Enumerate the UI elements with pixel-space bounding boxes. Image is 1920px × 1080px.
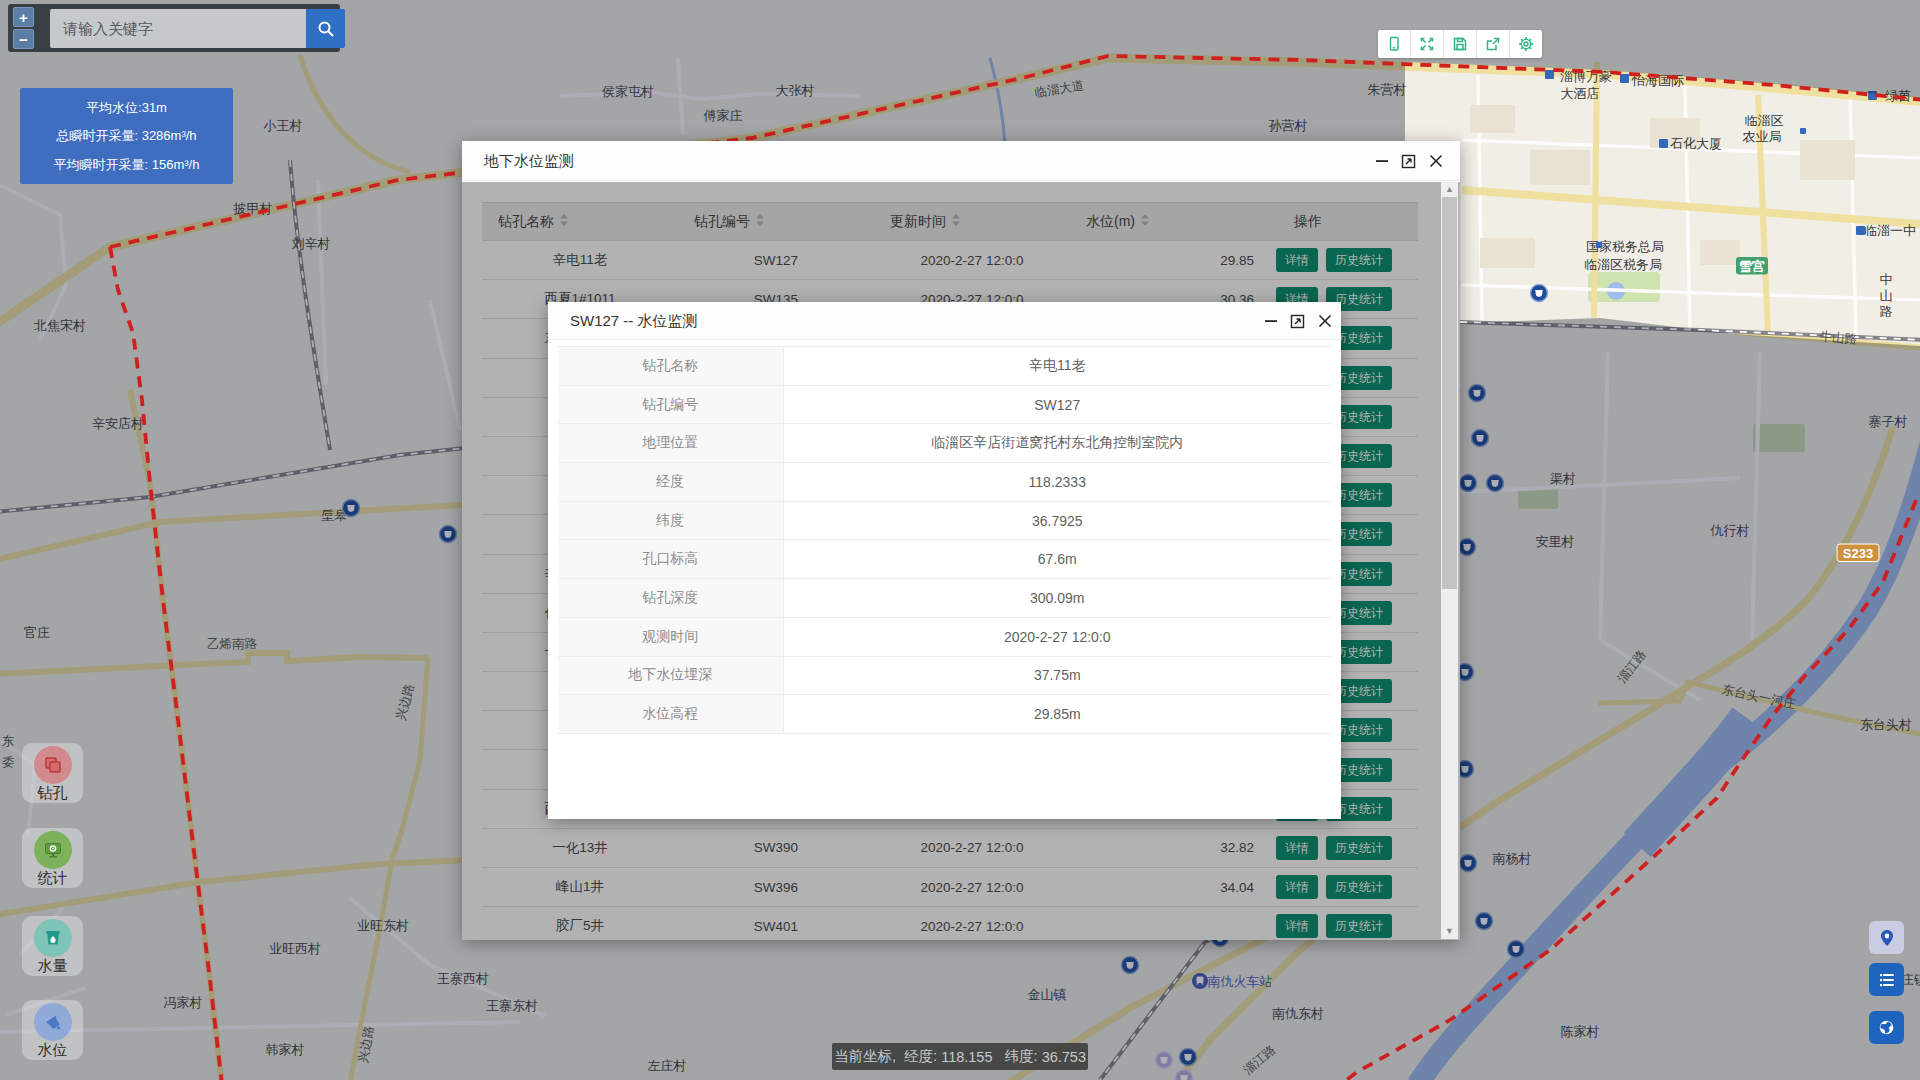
scroll-down-icon[interactable]: ▼	[1441, 924, 1458, 939]
search-input[interactable]	[50, 9, 306, 48]
basemap-globe-button[interactable]	[1869, 1011, 1904, 1044]
detail-value: 临淄区辛店街道窝托村东北角控制室院内	[783, 424, 1331, 463]
detail-label: 地理位置	[558, 424, 783, 463]
groundwater-gis-app: 小王村侯家屯村大张村傅家庄披甲村刘辛村北焦宋村辛安店村官庄垕皋朱营村孙营村渠村安…	[0, 0, 1920, 1080]
water-level-icon	[34, 1003, 72, 1041]
sidebar-tool-water-level[interactable]: 水位	[22, 1000, 83, 1060]
save-icon[interactable]	[1444, 30, 1477, 58]
detail-row: 钻孔名称辛电11老	[558, 347, 1331, 386]
maximize-icon[interactable]	[1290, 314, 1305, 329]
total-instant-extraction: 总瞬时开采量: 3286m³/h	[20, 127, 233, 145]
minimize-icon[interactable]	[1374, 154, 1389, 169]
maximize-icon[interactable]	[1401, 154, 1416, 169]
map-label: 临淄一中	[1864, 223, 1916, 238]
detail-row: 地理位置临淄区辛店街道窝托村东北角控制室院内	[558, 424, 1331, 463]
dialog-header[interactable]: SW127 -- 水位监测	[548, 302, 1341, 340]
detail-row: 地下水位埋深37.75m	[558, 656, 1331, 695]
close-icon[interactable]	[1317, 314, 1332, 329]
scrollbar[interactable]: ▲ ▼	[1441, 182, 1458, 939]
detail-value: SW127	[783, 385, 1331, 424]
statistics-icon	[34, 831, 72, 869]
coordinate-bar: 当前坐标, 经度: 118.155 纬度: 36.753	[832, 1043, 1088, 1070]
avg-instant-extraction: 平均瞬时开采量: 156m³/h	[20, 156, 233, 174]
sidebar-tool-water-volume[interactable]: 水量	[22, 916, 83, 976]
list-icon	[1878, 971, 1896, 989]
search-button[interactable]	[306, 9, 345, 48]
share-icon[interactable]	[1477, 30, 1510, 58]
search-icon	[317, 20, 335, 38]
longitude-value: 118.155	[941, 1049, 992, 1065]
map-label: 中	[1880, 272, 1893, 287]
map-label: 临淄区	[1745, 113, 1784, 128]
map-label: 大酒店	[1561, 86, 1600, 101]
detail-label: 经度	[558, 463, 783, 502]
avg-water-level: 平均水位:31m	[20, 99, 233, 117]
detail-row: 观测时间2020-2-27 12:0:0	[558, 617, 1331, 656]
detail-value: 2020-2-27 12:0:0	[783, 617, 1331, 656]
map-toolbar	[1378, 30, 1542, 58]
scroll-up-icon[interactable]: ▲	[1441, 182, 1458, 197]
sidebar-tool-borehole[interactable]: 钻孔	[22, 743, 83, 803]
water-stats-info-box: 平均水位:31m 总瞬时开采量: 3286m³/h 平均瞬时开采量: 156m³…	[20, 88, 233, 184]
detail-value: 300.09m	[783, 579, 1331, 618]
detail-value: 67.6m	[783, 540, 1331, 579]
detail-label: 地下水位埋深	[558, 656, 783, 695]
dialog-header[interactable]: 地下水位监测	[462, 141, 1460, 181]
zoom-out-button[interactable]: −	[13, 29, 34, 49]
sidebar-tool-statistics[interactable]: 统计	[22, 828, 83, 888]
svg-text:雪宫: 雪宫	[1739, 259, 1765, 274]
layer-list-button[interactable]	[1869, 963, 1904, 996]
detail-value: 辛电11老	[783, 347, 1331, 386]
zoom-in-button[interactable]: +	[13, 7, 34, 27]
map-badge: S233	[1837, 544, 1879, 562]
globe-icon	[1877, 1018, 1896, 1037]
svg-text:S233: S233	[1843, 546, 1873, 561]
detail-label: 钻孔深度	[558, 579, 783, 618]
minimize-icon[interactable]	[1263, 314, 1278, 329]
detail-label: 孔口标高	[558, 540, 783, 579]
detail-row: 水位高程29.85m	[558, 695, 1331, 734]
detail-label: 观测时间	[558, 617, 783, 656]
close-icon[interactable]	[1428, 154, 1443, 169]
mobile-icon[interactable]	[1378, 30, 1411, 58]
settings-icon[interactable]	[1510, 30, 1542, 58]
detail-row: 孔口标高67.6m	[558, 540, 1331, 579]
map-marker-blue[interactable]	[1531, 285, 1548, 302]
detail-value: 37.75m	[783, 656, 1331, 695]
borehole-detail-dialog: SW127 -- 水位监测 钻孔名称辛电11老钻孔编号SW127地理位置临淄区辛…	[548, 302, 1341, 819]
dialog-title: SW127 -- 水位监测	[570, 302, 698, 340]
detail-label: 水位高程	[558, 695, 783, 734]
locate-pin-icon	[1877, 928, 1897, 948]
search-panel: + −	[8, 4, 340, 52]
detail-label: 钻孔编号	[558, 385, 783, 424]
expand-icon[interactable]	[1411, 30, 1444, 58]
detail-label: 纬度	[558, 501, 783, 540]
map-label: 路	[1880, 304, 1893, 319]
detail-row: 钻孔编号SW127	[558, 385, 1331, 424]
detail-table: 钻孔名称辛电11老钻孔编号SW127地理位置临淄区辛店街道窝托村东北角控制室院内…	[558, 346, 1331, 734]
map-badge: 雪宫	[1736, 257, 1768, 275]
detail-label: 钻孔名称	[558, 347, 783, 386]
dialog-title: 地下水位监测	[484, 141, 574, 181]
map-label: 石化大厦	[1670, 136, 1722, 151]
map-label: 山	[1880, 288, 1893, 303]
latitude-value: 36.753	[1042, 1049, 1086, 1065]
borehole-icon	[34, 746, 72, 784]
locate-button[interactable]	[1869, 921, 1904, 954]
detail-row: 纬度36.7925	[558, 501, 1331, 540]
detail-row: 钻孔深度300.09m	[558, 579, 1331, 618]
detail-row: 经度118.2333	[558, 463, 1331, 502]
detail-value: 36.7925	[783, 501, 1331, 540]
map-label: 农业局	[1743, 129, 1782, 144]
water-volume-icon	[34, 919, 72, 957]
scrollbar-thumb[interactable]	[1442, 197, 1457, 589]
detail-value: 118.2333	[783, 463, 1331, 502]
detail-value: 29.85m	[783, 695, 1331, 734]
map-label: 淄博万豪	[1560, 69, 1612, 84]
map-label: 临淄区税务局	[1584, 257, 1662, 272]
